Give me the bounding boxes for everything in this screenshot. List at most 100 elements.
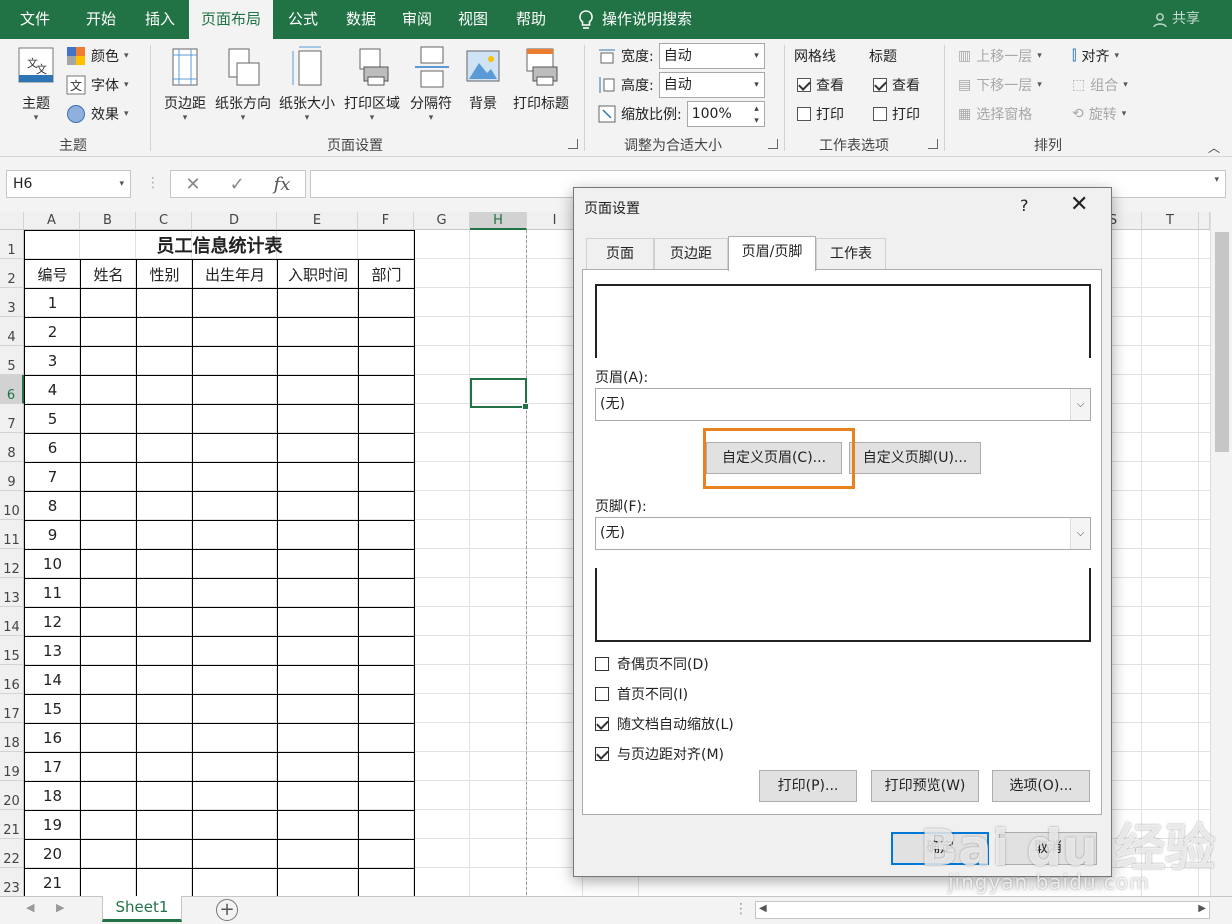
table-cell[interactable]	[80, 607, 137, 637]
align-button[interactable]: ⫿ 对齐 ▾	[1072, 44, 1119, 68]
row-header-8[interactable]: 8	[0, 433, 24, 462]
selection-pane-button[interactable]: ▦ 选择窗格	[958, 102, 1032, 126]
table-header-cell[interactable]: 姓名	[80, 259, 137, 289]
table-cell[interactable]	[277, 433, 359, 463]
table-cell[interactable]	[358, 346, 415, 376]
table-cell[interactable]	[277, 578, 359, 608]
id-cell[interactable]: 21	[24, 868, 81, 896]
table-cell[interactable]	[192, 868, 278, 896]
table-cell[interactable]	[277, 404, 359, 434]
fonts-button[interactable]: 文 字体 ▾	[66, 73, 129, 97]
margins-button[interactable]: 页边距 ▾	[158, 45, 212, 129]
row-header-20[interactable]: 20	[0, 781, 24, 810]
row-header-21[interactable]: 21	[0, 810, 24, 839]
footer-select[interactable]: (无) ⌵	[595, 517, 1091, 550]
row-header-11[interactable]: 11	[0, 520, 24, 549]
table-cell[interactable]	[136, 404, 193, 434]
row-header-2[interactable]: 2	[0, 259, 24, 288]
id-cell[interactable]: 3	[24, 346, 81, 376]
group-button[interactable]: ⬚ 组合 ▾	[1072, 73, 1128, 97]
table-cell[interactable]	[136, 520, 193, 550]
vertical-scrollbar[interactable]	[1210, 212, 1232, 896]
row-header-23[interactable]: 23	[0, 868, 24, 896]
table-cell[interactable]	[136, 375, 193, 405]
help-icon[interactable]: ?	[1020, 196, 1029, 215]
tab-data[interactable]: 数据	[333, 0, 389, 39]
table-cell[interactable]	[358, 665, 415, 695]
table-cell[interactable]	[80, 723, 137, 753]
tell-me-search[interactable]: 操作说明搜索	[578, 0, 692, 39]
table-cell[interactable]	[192, 491, 278, 521]
row-header-6[interactable]: 6	[0, 375, 24, 404]
tab-page-layout[interactable]: 页面布局	[189, 0, 273, 39]
active-cell-h6[interactable]	[470, 378, 529, 410]
table-cell[interactable]	[192, 520, 278, 550]
scroll-left-icon[interactable]: ◀	[759, 903, 767, 914]
themes-button[interactable]: 文文 主题 ▾	[8, 45, 64, 129]
dialog-tab-sheet[interactable]: 工作表	[816, 238, 886, 269]
scroll-thumb[interactable]	[1215, 232, 1229, 452]
table-title[interactable]: 员工信息统计表	[24, 230, 415, 260]
dialog-tab-margins[interactable]: 页边距	[654, 238, 728, 269]
table-cell[interactable]	[136, 723, 193, 753]
row-header-19[interactable]: 19	[0, 752, 24, 781]
table-cell[interactable]	[80, 520, 137, 550]
table-cell[interactable]	[80, 404, 137, 434]
options-button[interactable]: 选项(O)...	[992, 770, 1090, 802]
table-cell[interactable]	[277, 694, 359, 724]
id-cell[interactable]: 4	[24, 375, 81, 405]
table-cell[interactable]	[358, 752, 415, 782]
table-cell[interactable]	[136, 636, 193, 666]
table-cell[interactable]	[192, 694, 278, 724]
table-cell[interactable]	[136, 578, 193, 608]
breaks-button[interactable]: 分隔符 ▾	[405, 45, 457, 129]
table-cell[interactable]	[192, 636, 278, 666]
table-cell[interactable]	[80, 752, 137, 782]
table-cell[interactable]	[358, 433, 415, 463]
table-cell[interactable]	[192, 375, 278, 405]
table-cell[interactable]	[192, 462, 278, 492]
table-cell[interactable]	[277, 636, 359, 666]
table-cell[interactable]	[277, 462, 359, 492]
sheet-options-launcher-icon[interactable]	[928, 139, 938, 149]
tab-help[interactable]: 帮助	[501, 0, 561, 39]
id-cell[interactable]: 7	[24, 462, 81, 492]
table-cell[interactable]	[277, 549, 359, 579]
table-cell[interactable]	[80, 375, 137, 405]
id-cell[interactable]: 9	[24, 520, 81, 550]
id-cell[interactable]: 17	[24, 752, 81, 782]
table-cell[interactable]	[192, 317, 278, 347]
table-cell[interactable]	[136, 288, 193, 318]
column-header-d[interactable]: D	[192, 212, 277, 230]
table-cell[interactable]	[136, 549, 193, 579]
row-header-15[interactable]: 15	[0, 636, 24, 665]
table-cell[interactable]	[192, 781, 278, 811]
tab-formulas[interactable]: 公式	[273, 0, 333, 39]
table-header-cell[interactable]: 出生年月	[192, 259, 278, 289]
tab-home[interactable]: 开始	[70, 0, 132, 39]
print-area-button[interactable]: 打印区域 ▾	[340, 45, 404, 129]
row-header-16[interactable]: 16	[0, 665, 24, 694]
table-cell[interactable]	[277, 665, 359, 695]
collapse-ribbon-icon[interactable]: ︿	[1208, 139, 1220, 156]
employee-table[interactable]: 员工信息统计表 编号 姓名 性别 出生年月 入职时间 部门 1 2 3 4 5 6 7 8 9 10 11 12 13…	[24, 230, 415, 896]
size-button[interactable]: 纸张大小 ▾	[276, 45, 338, 129]
table-cell[interactable]	[192, 549, 278, 579]
gridlines-view-checkbox[interactable]: 查看	[797, 73, 844, 97]
table-cell[interactable]	[80, 549, 137, 579]
column-header-t[interactable]: T	[1142, 212, 1199, 230]
table-cell[interactable]	[80, 781, 137, 811]
print-button[interactable]: 打印(P)...	[759, 770, 857, 802]
sheet-tab-sheet1[interactable]: Sheet1	[102, 896, 182, 922]
different-odd-even-checkbox[interactable]: 奇偶页不同(D)	[595, 654, 709, 674]
table-cell[interactable]	[192, 404, 278, 434]
name-box[interactable]: H6 ▾	[6, 170, 131, 198]
table-cell[interactable]	[80, 839, 137, 869]
id-cell[interactable]: 20	[24, 839, 81, 869]
column-header-h[interactable]: H	[470, 212, 527, 230]
table-cell[interactable]	[80, 665, 137, 695]
column-header-e[interactable]: E	[277, 212, 358, 230]
id-cell[interactable]: 15	[24, 694, 81, 724]
table-cell[interactable]	[277, 781, 359, 811]
table-cell[interactable]	[192, 578, 278, 608]
